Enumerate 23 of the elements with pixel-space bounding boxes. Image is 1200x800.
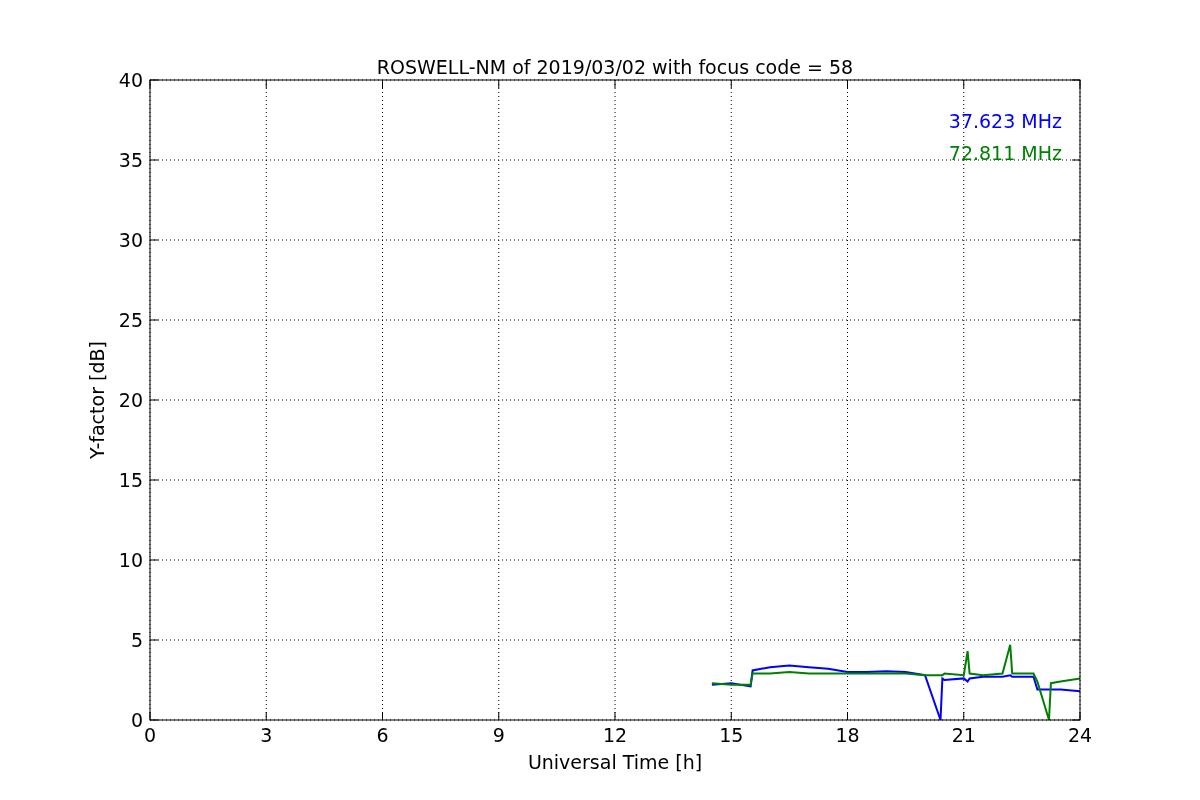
- legend-label: 37.623 MHz: [948, 110, 1062, 132]
- y-tick-label: 35: [118, 149, 143, 171]
- y-axis-label: Y-factor [dB]: [86, 341, 108, 459]
- x-tick-label: 0: [143, 724, 157, 746]
- y-tick-label: 20: [118, 389, 143, 411]
- y-tick-label: 15: [118, 469, 143, 491]
- y-tick-label: 30: [118, 229, 143, 251]
- x-tick-label: 9: [492, 724, 505, 746]
- legend-label: 72.811 MHz: [948, 142, 1062, 164]
- y-tick-label: 10: [118, 549, 143, 571]
- y-tick-label: 5: [130, 629, 143, 651]
- y-tick-label: 25: [118, 309, 143, 331]
- x-tick-label: 12: [602, 724, 628, 746]
- x-tick-label: 6: [376, 724, 389, 746]
- y-tick-label: 40: [118, 69, 143, 91]
- chart-title: ROSWELL-NM of 2019/03/02 with focus code = 58: [376, 56, 854, 78]
- x-tick-label: 15: [719, 724, 744, 746]
- x-axis-label: Universal Time [h]: [527, 751, 703, 773]
- x-tick-label: 24: [1067, 724, 1093, 746]
- x-tick-label: 18: [835, 724, 860, 746]
- y-tick-label: 0: [130, 709, 143, 731]
- x-tick-label: 21: [951, 724, 976, 746]
- x-tick-label: 3: [260, 724, 273, 746]
